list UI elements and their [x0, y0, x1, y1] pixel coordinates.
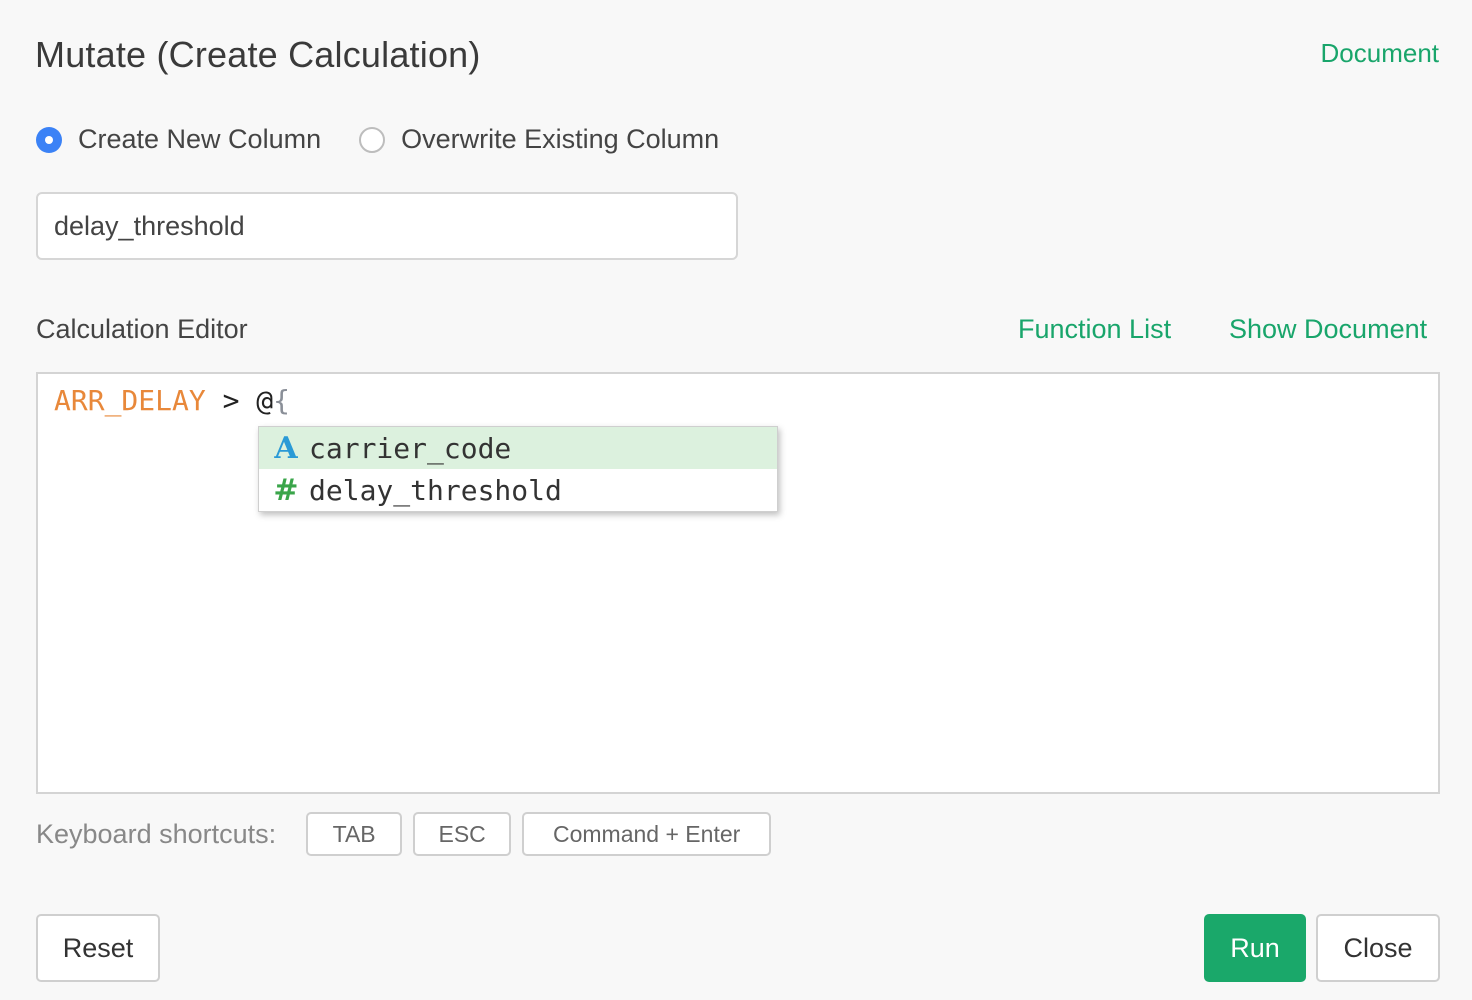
create-new-column-label: Create New Column [78, 124, 322, 154]
autocomplete-item[interactable]: A carrier_code [259, 427, 777, 469]
mutate-dialog: Mutate (Create Calculation) Document Cre… [0, 0, 1472, 1000]
esc-key-badge: ESC [413, 812, 512, 856]
calculation-editor[interactable]: ARR_DELAY > @{ A carrier_code # delay_th… [36, 372, 1440, 794]
show-document-link[interactable]: Show Document [1229, 314, 1427, 345]
dialog-title: Mutate (Create Calculation) [35, 34, 481, 75]
tab-key-badge: TAB [306, 812, 403, 856]
calculation-editor-label: Calculation Editor [36, 314, 248, 344]
run-button[interactable]: Run [1204, 914, 1306, 982]
text-type-icon: A [274, 430, 298, 466]
number-type-icon: # [273, 472, 299, 508]
command-enter-key-badge: Command + Enter [522, 812, 772, 856]
close-button[interactable]: Close [1316, 914, 1440, 982]
autocomplete-item-label: delay_threshold [309, 473, 562, 507]
create-new-column-radio[interactable] [36, 126, 62, 153]
overwrite-column-radio[interactable] [359, 126, 386, 153]
overwrite-column-label: Overwrite Existing Column [401, 124, 720, 154]
code-operator-token: > [205, 384, 257, 417]
code-line: ARR_DELAY > @{ [54, 384, 290, 418]
column-name-input[interactable] [36, 192, 738, 260]
code-brace-token: { [273, 384, 291, 417]
autocomplete-item[interactable]: # delay_threshold [259, 469, 777, 511]
shortcuts-label: Keyboard shortcuts: [36, 818, 277, 849]
autocomplete-dropdown: A carrier_code # delay_threshold [258, 426, 778, 512]
reset-button[interactable]: Reset [36, 914, 160, 982]
keyboard-shortcuts: Keyboard shortcuts: TAB ESC Command + En… [36, 812, 782, 856]
overwrite-column-option[interactable]: Overwrite Existing Column [359, 124, 719, 155]
code-at-token: @ [256, 384, 274, 417]
function-list-link[interactable]: Function List [1018, 314, 1171, 345]
autocomplete-item-label: carrier_code [309, 431, 512, 465]
create-new-column-option[interactable]: Create New Column [36, 124, 321, 155]
code-column-token: ARR_DELAY [54, 384, 206, 417]
document-link[interactable]: Document [1321, 38, 1440, 69]
mode-radio-group: Create New Column Overwrite Existing Col… [36, 124, 757, 155]
